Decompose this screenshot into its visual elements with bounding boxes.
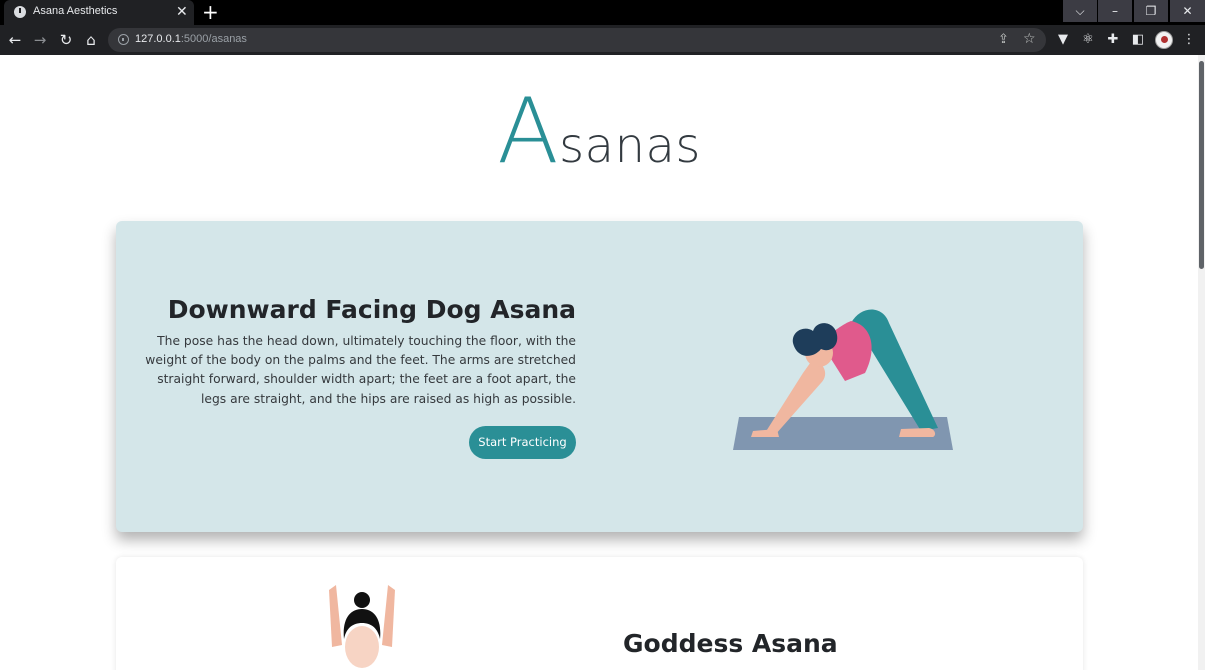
side-panel-icon[interactable]: ◧ [1129, 31, 1147, 49]
browser-toolbar: ← → ↻ ⌂ 127.0.0.1:5000/asanas ⇪ ☆ ▼ ⚛ ✚ … [0, 25, 1205, 55]
tab-favicon-icon [14, 6, 26, 18]
hair-bun [354, 592, 370, 608]
browser-tab[interactable]: Asana Aesthetics ✕ [4, 0, 194, 25]
menu-kebab-icon[interactable]: ⋮ [1180, 31, 1198, 49]
goddess-illustration [329, 585, 395, 668]
minimize-button[interactable]: – [1098, 0, 1132, 22]
page-scrollbar[interactable] [1198, 55, 1205, 670]
right-arm [382, 585, 395, 647]
forward-icon[interactable]: → [29, 29, 51, 51]
star-icon[interactable]: ☆ [1023, 31, 1036, 47]
profile-avatar[interactable] [1155, 31, 1173, 49]
address-bar[interactable]: 127.0.0.1:5000/asanas ⇪ ☆ [108, 28, 1046, 52]
back-icon[interactable]: ← [4, 29, 26, 51]
asana-description: The pose has the head down, ultimately t… [145, 334, 576, 406]
tab-close-icon[interactable]: ✕ [176, 3, 188, 19]
tab-strip: Asana Aesthetics ✕ + ⌵ – ❐ ✕ [0, 0, 1205, 25]
url-host: 127.0.0.1 [135, 33, 181, 45]
home-icon[interactable]: ⌂ [80, 29, 102, 51]
page-title-rest: sanas [559, 118, 701, 174]
url-text[interactable]: 127.0.0.1:5000/asanas [135, 33, 247, 45]
info-icon[interactable] [118, 34, 129, 45]
restore-button[interactable]: ❐ [1134, 0, 1168, 22]
url-path: :5000/asanas [180, 33, 247, 45]
tab-search-button[interactable]: ⌵ [1063, 0, 1097, 22]
asana-title: Downward Facing Dog Asana [167, 295, 576, 324]
asana-card-goddess: Goddess Asana [116, 557, 1083, 670]
left-arm [329, 585, 342, 647]
react-extension-icon[interactable]: ⚛ [1079, 31, 1097, 49]
face [345, 626, 379, 668]
scrollbar-thumb[interactable] [1199, 61, 1204, 269]
start-practicing-button[interactable]: Start Practicing [469, 426, 576, 459]
close-window-button[interactable]: ✕ [1170, 0, 1205, 22]
asana-card-downward-dog: Downward Facing Dog Asana The pose has t… [116, 221, 1083, 532]
downward-dog-illustration [733, 309, 953, 450]
foot [899, 428, 936, 437]
asana-title: Goddess Asana [623, 629, 838, 658]
page-title: Asanas [0, 87, 1198, 191]
reload-icon[interactable]: ↻ [55, 29, 77, 51]
vuetify-extension-icon[interactable]: ▼ [1054, 31, 1072, 49]
share-icon[interactable]: ⇪ [998, 32, 1009, 47]
page-title-initial: A [497, 79, 560, 184]
new-tab-button[interactable]: + [202, 1, 219, 23]
tab-title: Asana Aesthetics [33, 5, 118, 17]
extensions-puzzle-icon[interactable]: ✚ [1104, 31, 1122, 49]
